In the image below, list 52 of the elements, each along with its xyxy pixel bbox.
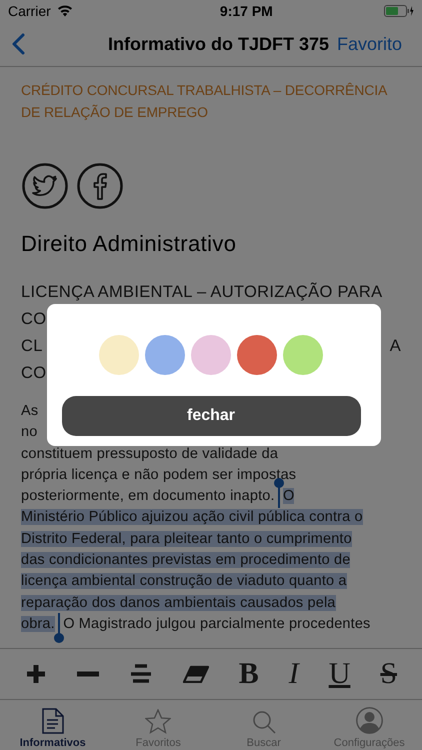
topic-title: CRÉDITO CONCURSAL TRABALHISTA – DECORRÊNCIA DE RELAÇÃO DE EMPREGO <box>21 81 388 122</box>
selected-text: O <box>283 488 294 504</box>
section-heading: Direito Administrativo <box>21 231 238 257</box>
close-button[interactable]: fechar <box>62 396 360 436</box>
plus-icon[interactable] <box>24 663 47 685</box>
battery-icon <box>384 5 414 17</box>
strikethrough-button[interactable]: S <box>380 659 398 689</box>
selection-handle[interactable] <box>54 612 64 643</box>
color-swatch[interactable] <box>283 335 323 375</box>
selected-text: das condicionantes previstas em procedimento de <box>21 552 350 568</box>
wifi-icon <box>56 5 73 17</box>
nav-title: Informativo do TJDFT 375 <box>108 34 329 54</box>
body-text: constituem pressuposto de validade da <box>21 446 278 462</box>
body-text: posteriormente, em documento inapto. <box>21 488 276 504</box>
underline-button[interactable]: U <box>328 659 350 689</box>
heading-text: CO <box>21 309 46 330</box>
color-swatch[interactable] <box>237 335 277 375</box>
selected-text: Distrito Federal, para pleitear tanto o cumprimento <box>21 530 352 547</box>
selected-text: Ministério Público ajuizou ação civil pública contra o <box>21 509 363 526</box>
eraser-icon[interactable] <box>182 665 209 683</box>
favorite-button[interactable]: Favorito <box>336 34 402 54</box>
body-text: no <box>21 424 38 440</box>
color-swatch[interactable] <box>145 335 185 375</box>
body-text: própria licença e não podem ser impostas <box>21 466 296 483</box>
body-text: As <box>21 403 38 419</box>
back-button[interactable] <box>12 33 26 55</box>
twitter-icon[interactable] <box>22 163 68 209</box>
tab-item[interactable]: Buscar <box>214 700 314 750</box>
body-text: O Magistrado julgou parcialmente procedentes <box>63 616 370 632</box>
tab-item[interactable]: Favoritos <box>108 700 208 750</box>
selected-text: obra. <box>21 616 55 632</box>
color-swatch[interactable] <box>99 335 139 375</box>
status-time: 9:17 PM <box>220 3 273 19</box>
italic-button[interactable]: I <box>288 659 299 689</box>
star-icon <box>145 709 172 734</box>
heading-text: LICENÇA AMBIENTAL – AUTORIZAÇÃO PARA <box>21 282 382 303</box>
bold-button[interactable]: B <box>238 659 259 689</box>
tab-item[interactable]: Informativos <box>2 700 103 750</box>
selected-text: licença ambiental construção de viaduto quanto a <box>21 573 347 590</box>
document-icon <box>42 708 64 734</box>
search-icon <box>252 710 276 734</box>
heading-text: CL <box>21 336 43 357</box>
align-center-icon[interactable] <box>128 664 153 684</box>
carrier-label: Carrier <box>8 3 51 19</box>
minus-icon[interactable] <box>76 671 99 677</box>
color-swatch[interactable] <box>191 335 231 375</box>
tab-item[interactable]: Configurações <box>319 700 420 750</box>
heading-text: CO <box>21 363 46 384</box>
user-icon <box>356 707 383 734</box>
facebook-icon[interactable] <box>77 163 123 209</box>
selected-text: reparação dos danos ambientais causados pela <box>21 594 336 611</box>
heading-text: A <box>390 336 401 357</box>
